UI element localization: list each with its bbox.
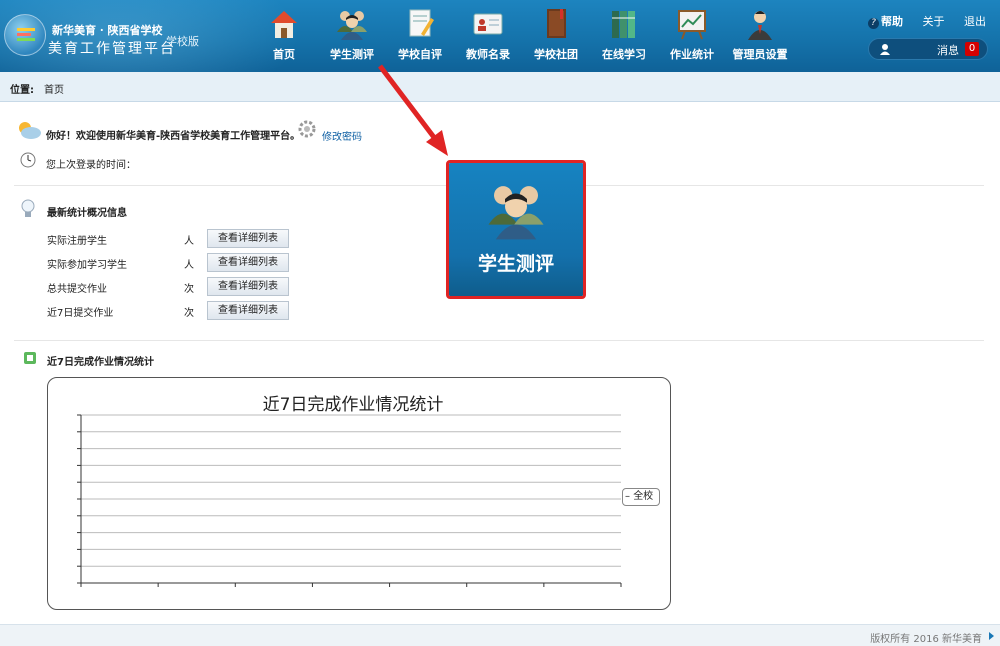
callout-tile: 学生测评 [449, 163, 583, 296]
callout-label: 学生测评 [477, 253, 554, 275]
callout-arrow [378, 64, 448, 156]
students-icon [488, 186, 544, 240]
footer-arrow-icon[interactable] [989, 632, 994, 640]
callout-student-evaluation: 学生测评 [446, 160, 586, 299]
copyright: 版权所有 2016 新华美育 [870, 634, 982, 645]
footer: 版权所有 2016 新华美育 [0, 624, 1000, 646]
